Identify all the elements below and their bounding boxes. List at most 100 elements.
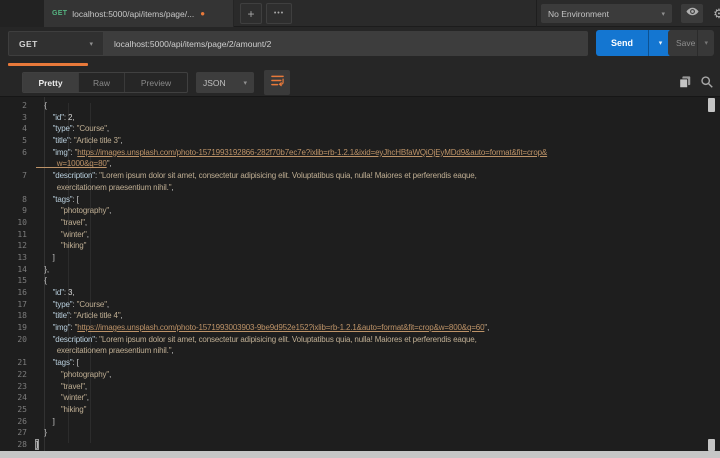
line-number: 19 bbox=[17, 323, 27, 333]
code-line: 22 "photography", bbox=[0, 369, 706, 381]
send-button[interactable]: Send bbox=[596, 30, 648, 56]
chevron-down-icon: ▾ bbox=[243, 79, 247, 87]
code-line: exercitationem praesentium nihil.", bbox=[0, 182, 706, 194]
search-response-button[interactable] bbox=[700, 75, 715, 90]
code-line: 5 "title": "Article title 3", bbox=[0, 135, 706, 147]
line-number: 2 bbox=[22, 101, 27, 110]
code-rows: 2 {3 "id": 2, 4 "type": "Course", 5 "title… bbox=[0, 100, 706, 451]
vertical-scrollbar-bottom[interactable] bbox=[708, 439, 715, 451]
line-number: 23 bbox=[17, 381, 27, 391]
line-number: 7 bbox=[22, 171, 27, 181]
eye-icon bbox=[686, 5, 699, 23]
code-line: exercitationem praesentium nihil.", bbox=[0, 345, 706, 357]
code-line: 18 "title": "Article title 4", bbox=[0, 310, 706, 322]
url-link[interactable]: w=1000&q=80 bbox=[36, 159, 107, 168]
chevron-down-icon: ▾ bbox=[658, 40, 663, 47]
code-line: 26 ] bbox=[0, 416, 706, 428]
code-line: 10 "travel", bbox=[0, 217, 706, 229]
tab-raw[interactable]: Raw bbox=[79, 73, 125, 92]
url-link[interactable]: https://images.unsplash.com/photo-157199… bbox=[77, 148, 547, 157]
line-number: 5 bbox=[22, 136, 27, 146]
copy-icon bbox=[678, 76, 692, 93]
new-tab-button[interactable]: + bbox=[240, 3, 262, 24]
save-label: Save bbox=[676, 38, 696, 48]
code-line: 2 { bbox=[0, 100, 706, 112]
vertical-scrollbar-thumb[interactable] bbox=[708, 98, 715, 112]
save-button[interactable]: Save ▾ bbox=[668, 30, 714, 56]
request-tab[interactable]: GET localhost:5000/api/items/page/... ● bbox=[44, 0, 234, 27]
environment-quick-look-button[interactable] bbox=[681, 4, 703, 23]
chevron-down-icon: ▾ bbox=[661, 10, 665, 18]
code-line: 15 { bbox=[0, 275, 706, 287]
url-input[interactable]: localhost:5000/api/items/page/2/amount/2 bbox=[104, 31, 588, 56]
tab-bar-corner bbox=[0, 0, 44, 27]
code-line: 23 "travel", bbox=[0, 381, 706, 393]
tab-method-label: GET bbox=[52, 10, 68, 17]
line-number bbox=[0, 345, 36, 357]
format-dropdown[interactable]: JSON ▾ bbox=[196, 72, 254, 93]
code-line: 20 "description": "Lorem ipsum dolor sit… bbox=[0, 334, 706, 346]
wrap-lines-button[interactable] bbox=[264, 70, 290, 95]
code-line: 9 "photography", bbox=[0, 205, 706, 217]
format-label: JSON bbox=[203, 77, 226, 88]
method-dropdown[interactable]: GET ▾ bbox=[8, 31, 104, 56]
code-line: 16 "id": 3, bbox=[0, 287, 706, 299]
line-number: 21 bbox=[17, 358, 27, 368]
tab-options-button[interactable]: ••• bbox=[266, 3, 292, 24]
tab-pretty[interactable]: Pretty bbox=[23, 73, 79, 92]
horizontal-scrollbar[interactable] bbox=[0, 451, 720, 458]
line-number: 14 bbox=[17, 264, 27, 274]
copy-response-button[interactable] bbox=[678, 75, 693, 90]
line-number: 15 bbox=[17, 276, 27, 286]
line-number: 25 bbox=[17, 404, 27, 414]
settings-button[interactable]: ⚙ bbox=[707, 4, 720, 23]
line-number: 3 bbox=[22, 112, 27, 122]
line-number: 9 bbox=[22, 206, 27, 216]
tab-preview[interactable]: Preview bbox=[125, 73, 187, 92]
response-toolbar: Pretty Raw Preview JSON ▾ bbox=[0, 61, 720, 96]
code-line: 17 "type": "Course", bbox=[0, 299, 706, 311]
line-number: 26 bbox=[17, 416, 27, 426]
header-bar: GET localhost:5000/api/items/page/... ● … bbox=[0, 0, 720, 27]
request-builder: GET ▾ localhost:5000/api/items/page/2/am… bbox=[0, 28, 720, 61]
code-line: 4 "type": "Course", bbox=[0, 123, 706, 135]
environment-selector[interactable]: No Environment ▾ bbox=[541, 4, 672, 23]
code-line: 21 "tags": [ bbox=[0, 357, 706, 369]
line-number: 28 bbox=[17, 439, 27, 449]
line-number: 8 bbox=[22, 194, 27, 204]
code-line: 13 ] bbox=[0, 252, 706, 264]
unsaved-changes-dot: ● bbox=[200, 9, 206, 18]
gear-icon: ⚙ bbox=[713, 5, 720, 21]
body-tab-active-indicator bbox=[8, 63, 88, 66]
wrap-lines-icon bbox=[270, 74, 285, 92]
code-line: 12 "hiking" bbox=[0, 240, 706, 252]
environment-label: No Environment bbox=[548, 8, 609, 19]
search-icon bbox=[700, 76, 714, 93]
chevron-down-icon: ▾ bbox=[704, 40, 708, 47]
line-number: 6 bbox=[22, 147, 27, 157]
line-number: 16 bbox=[17, 288, 27, 297]
code-line: 7 "description": "Lorem ipsum dolor sit … bbox=[0, 170, 706, 182]
code-line: 24 "winter", bbox=[0, 392, 706, 404]
chevron-down-icon: ▾ bbox=[89, 40, 93, 48]
code-line: 28] bbox=[0, 438, 706, 451]
code-line: 11 "winter", bbox=[0, 229, 706, 241]
line-number bbox=[0, 182, 36, 194]
method-label: GET bbox=[19, 38, 38, 49]
line-number: 10 bbox=[17, 217, 27, 227]
line-number: 11 bbox=[17, 229, 27, 239]
postman-window: GET localhost:5000/api/items/page/... ● … bbox=[0, 0, 720, 458]
line-number: 20 bbox=[17, 334, 27, 344]
code-line: 14 }, bbox=[0, 264, 706, 276]
line-number: 22 bbox=[17, 369, 27, 379]
code-line: 6 "img": "https://images.unsplash.com/ph… bbox=[0, 147, 706, 159]
code-line: w=1000&q=80", bbox=[0, 158, 706, 170]
line-number: 18 bbox=[17, 311, 27, 321]
code-line: 25 "hiking" bbox=[0, 404, 706, 416]
code-line: 27 } bbox=[0, 427, 706, 439]
code-line: 19 "img": "https://images.unsplash.com/p… bbox=[0, 322, 706, 334]
url-link[interactable]: https://images.unsplash.com/photo-157199… bbox=[77, 323, 484, 332]
line-number: 12 bbox=[17, 241, 27, 251]
line-number: 27 bbox=[17, 428, 27, 438]
code-line: 3 "id": 2, bbox=[0, 112, 706, 124]
